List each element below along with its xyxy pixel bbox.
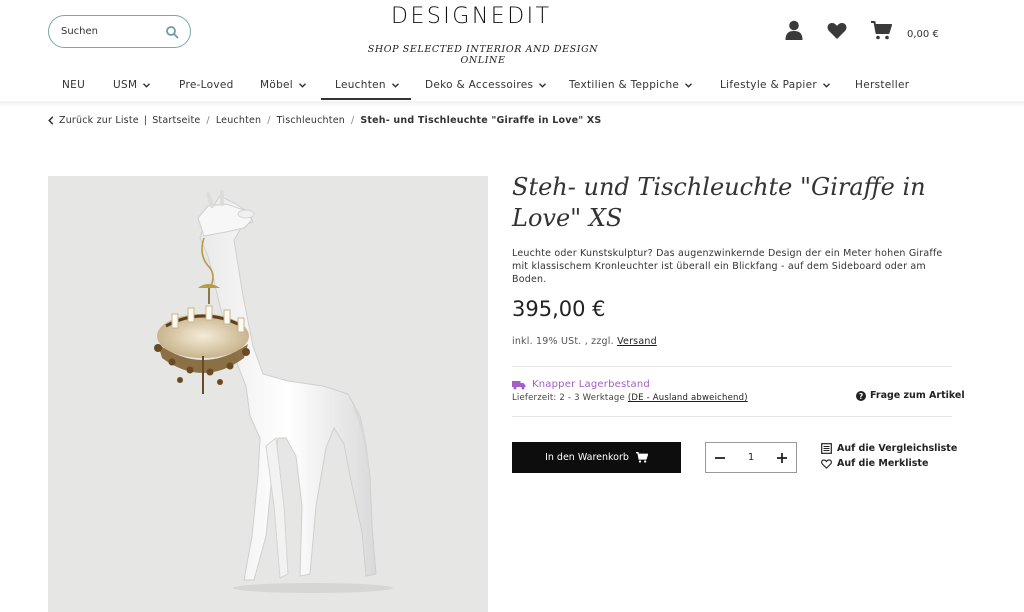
svg-text:?: ? xyxy=(859,392,863,401)
delivery-abroad-link[interactable]: (DE - Ausland abweichend) xyxy=(628,393,748,403)
search-input[interactable] xyxy=(61,26,161,37)
product-description: Leuchte oder Kunstskulptur? Das augenzwi… xyxy=(512,248,943,285)
truck-icon xyxy=(512,380,526,389)
divider xyxy=(512,416,952,417)
breadcrumb-item[interactable]: Startseite xyxy=(152,115,200,126)
cart-total[interactable]: 0,00 € xyxy=(907,29,939,40)
nav-item-label: Deko & Accessoires xyxy=(425,79,534,91)
compare-list-icon xyxy=(821,443,832,454)
search-icon[interactable] xyxy=(165,25,179,39)
question-icon: ? xyxy=(856,390,866,401)
wishlist-label: Auf die Merkliste xyxy=(837,458,929,469)
nav-item-moebel[interactable]: Möbel xyxy=(260,70,307,100)
product-price: 395,00 € xyxy=(512,297,606,321)
chevron-down-icon xyxy=(539,82,547,88)
cart-icon xyxy=(635,452,648,463)
giraffe-lamp-illustration xyxy=(154,190,393,593)
product-title: Steh- und Tischleuchte "Giraffe in Love"… xyxy=(512,173,926,232)
breadcrumb-current: Steh- und Tischleuchte "Giraffe in Love"… xyxy=(360,115,602,126)
stock-status-label: Knapper Lagerbestand xyxy=(532,379,650,390)
nav-divider xyxy=(0,101,1024,107)
add-to-cart-label: In den Warenkorb xyxy=(545,452,629,463)
heart-outline-icon xyxy=(821,458,832,469)
nav-item-label: Hersteller xyxy=(855,79,910,91)
search-box[interactable] xyxy=(48,15,191,48)
nav-item-usm[interactable]: USM xyxy=(113,70,151,100)
logo[interactable]: DESIGNEDIT xyxy=(391,4,552,29)
add-to-cart-button[interactable]: In den Warenkorb xyxy=(512,442,681,473)
product-image[interactable] xyxy=(48,176,488,612)
nav-item-deko[interactable]: Deko & Accessoires xyxy=(425,70,547,100)
decrease-quantity-button[interactable] xyxy=(712,450,728,466)
shipping-link[interactable]: Versand xyxy=(617,336,657,347)
nav-item-label: Textilien & Teppiche xyxy=(569,79,680,91)
nav-item-lifestyle[interactable]: Lifestyle & Papier xyxy=(720,70,831,100)
nav-item-neu[interactable]: NEU xyxy=(62,70,85,100)
nav-item-label: Lifestyle & Papier xyxy=(720,79,818,91)
divider xyxy=(512,366,952,367)
add-to-wishlist-link[interactable]: Auf die Merkliste xyxy=(821,458,928,469)
nav-item-leuchten[interactable]: Leuchten xyxy=(321,70,411,100)
minus-icon xyxy=(715,456,725,459)
delivery-info: Lieferzeit: 2 - 3 Werktage (DE - Ausland… xyxy=(512,393,748,403)
breadcrumb-separator: / xyxy=(350,115,355,126)
main-nav: NEU USM Pre-Loved Möbel Leuchten Deko & … xyxy=(0,70,1024,100)
nav-item-label: USM xyxy=(113,79,138,91)
nav-item-hersteller[interactable]: Hersteller xyxy=(855,70,909,100)
nav-item-label: Pre-Loved xyxy=(179,79,234,91)
nav-item-pre-loved[interactable]: Pre-Loved xyxy=(179,70,234,100)
question-label: Frage zum Artikel xyxy=(870,390,965,401)
chevron-down-icon xyxy=(685,82,693,88)
user-icon[interactable] xyxy=(785,20,803,41)
nav-item-textilien[interactable]: Textilien & Teppiche xyxy=(569,70,693,100)
chevron-down-icon xyxy=(823,82,831,88)
breadcrumb-item[interactable]: Leuchten xyxy=(216,115,261,126)
quantity-stepper: 1 xyxy=(705,442,797,473)
heart-icon[interactable] xyxy=(827,22,847,40)
tax-info: inkl. 19% USt. , zzgl. Versand xyxy=(512,336,657,347)
delivery-time: Lieferzeit: 2 - 3 Werktage xyxy=(512,393,625,403)
back-to-list-label: Zurück zur Liste xyxy=(59,115,139,126)
nav-item-label: Möbel xyxy=(260,79,294,91)
increase-quantity-button[interactable] xyxy=(774,450,790,466)
back-to-list-link[interactable]: Zurück zur Liste xyxy=(48,115,139,126)
breadcrumb-separator: / xyxy=(267,115,271,126)
chevron-down-icon xyxy=(143,82,151,88)
breadcrumb-separator: / xyxy=(206,115,210,126)
quantity-input[interactable]: 1 xyxy=(748,452,754,463)
nav-item-label: NEU xyxy=(62,79,86,91)
cart-icon[interactable] xyxy=(871,21,892,40)
tagline: SHOP SELECTED INTERIOR AND DESIGN ONLINE xyxy=(367,44,599,66)
add-to-compare-link[interactable]: Auf die Vergleichsliste xyxy=(821,443,957,454)
compare-list-label: Auf die Vergleichsliste xyxy=(837,443,958,454)
chevron-down-icon xyxy=(391,82,399,88)
breadcrumb-pipe: | xyxy=(143,115,148,126)
stock-status: Knapper Lagerbestand xyxy=(512,379,650,390)
plus-icon xyxy=(777,452,787,463)
tax-text: inkl. 19% USt. , zzgl. xyxy=(512,336,614,347)
breadcrumb-item[interactable]: Tischleuchten xyxy=(277,115,345,126)
question-about-article-link[interactable]: ? Frage zum Artikel xyxy=(856,390,965,401)
chevron-down-icon xyxy=(299,82,307,88)
nav-item-label: Leuchten xyxy=(335,79,386,91)
breadcrumb: Zurück zur Liste | Startseite / Leuchten… xyxy=(48,115,601,126)
chevron-left-icon xyxy=(48,116,54,125)
